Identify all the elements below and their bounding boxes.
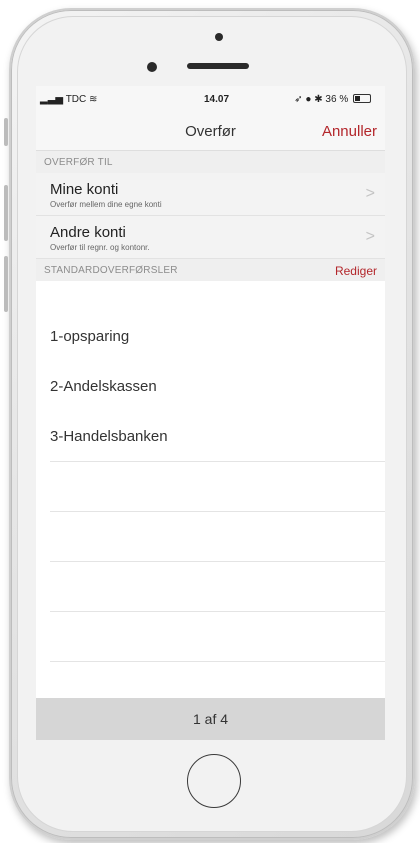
row-title: Andre konti [50, 224, 126, 241]
section-title: STANDARDOVERFØRSLER [44, 265, 178, 276]
cancel-button[interactable]: Annuller [322, 123, 377, 140]
proximity-sensor [215, 33, 223, 41]
status-time: 14.07 [204, 94, 230, 105]
list-item[interactable]: 3-Handelsbanken [50, 411, 385, 462]
battery-percent: 36 % [325, 94, 349, 105]
empty-row [50, 461, 385, 512]
list-item[interactable]: 1-opsparing [50, 311, 385, 362]
alarm-icon: ● [305, 94, 312, 105]
row-subtitle: Overfør til regnr. og kontonr. [50, 243, 150, 252]
item-label: 3-Handelsbanken [50, 428, 168, 445]
empty-row [50, 561, 385, 612]
earpiece-speaker [187, 63, 249, 69]
empty-row [50, 511, 385, 562]
row-title: Mine konti [50, 181, 119, 198]
battery-icon [353, 94, 371, 103]
status-right: ➶ ● ✱ 36 % [294, 94, 371, 105]
row-subtitle: Overfør mellem dine egne konti [50, 200, 162, 209]
list-item[interactable]: 2-Andelskassen [50, 361, 385, 412]
row-mine-konti[interactable]: Mine konti Overfør mellem dine egne kont… [36, 173, 385, 216]
home-button[interactable] [187, 754, 241, 808]
signal-icon: ▂▃▅ [40, 94, 64, 105]
empty-row [50, 611, 385, 662]
volume-down-button [4, 256, 8, 312]
status-left: ▂▃▅ TDC ≋ [40, 94, 97, 105]
edit-button[interactable]: Rediger [335, 264, 377, 278]
volume-up-button [4, 185, 8, 241]
section-header-standard: STANDARDOVERFØRSLER Rediger [36, 259, 385, 281]
bluetooth-icon: ✱ [314, 94, 323, 105]
location-icon: ➶ [294, 94, 303, 105]
wifi-icon: ≋ [89, 94, 98, 105]
page-indicator: 1 af 4 [192, 711, 229, 727]
chevron-right-icon: > [365, 185, 375, 202]
page-indicator-bar: 1 af 4 [36, 698, 385, 740]
front-camera [147, 62, 157, 72]
app-screen: ▂▃▅ TDC ≋ 14.07 ➶ ● ✱ 36 % Overfør Annul… [36, 86, 385, 740]
status-bar: ▂▃▅ TDC ≋ 14.07 ➶ ● ✱ 36 % [36, 86, 385, 112]
navigation-bar: Overfør Annuller [36, 112, 385, 151]
item-label: 1-opsparing [50, 328, 130, 345]
section-title: OVERFØR TIL [44, 157, 113, 168]
mute-switch [4, 118, 8, 146]
section-header-transfer-to: OVERFØR TIL [36, 151, 385, 173]
item-label: 2-Andelskassen [50, 378, 157, 395]
carrier-label: TDC [65, 94, 87, 105]
row-andre-konti[interactable]: Andre konti Overfør til regnr. og konton… [36, 216, 385, 259]
chevron-right-icon: > [365, 228, 375, 245]
